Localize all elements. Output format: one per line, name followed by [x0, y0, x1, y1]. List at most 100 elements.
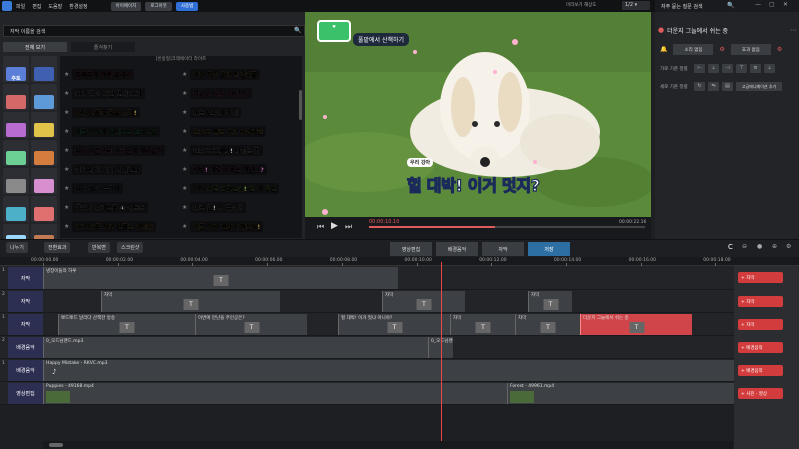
effect-settings-icon[interactable]: ⚙ — [777, 46, 782, 53]
zoom-out-icon[interactable]: ⊖ — [742, 243, 747, 250]
transition-button[interactable]: 전환효과 — [44, 242, 71, 253]
caption-category-thumb[interactable] — [31, 56, 57, 82]
flip-icon[interactable]: ⇋ — [708, 82, 719, 91]
add-track-item-button[interactable]: + 자막 — [738, 272, 783, 283]
track-label[interactable]: 자막 — [8, 314, 43, 335]
align-left-icon[interactable]: ⊢ — [694, 64, 705, 73]
caption-category-thumb[interactable] — [3, 196, 29, 222]
track-label[interactable]: 자막 — [8, 267, 43, 289]
caption-template-item[interactable]: ★ 아니 만들어 몸을 느낌! — [64, 104, 140, 120]
tab-video-edit[interactable]: 영상편집 — [390, 242, 432, 256]
timeline-clip[interactable]: 자막 T — [382, 291, 465, 312]
star-icon[interactable]: ★ — [64, 185, 69, 192]
timeline-clip[interactable]: 자막 T — [450, 314, 515, 335]
caption-template-item[interactable]: ★ 민드로 남려다! 다하는 정 — [182, 142, 264, 158]
caption-template-item[interactable]: ★ 아니 조금 남겼는데! 한 찍 같은 — [182, 180, 280, 196]
align-right-icon[interactable]: ⊣ — [722, 64, 733, 73]
timeline-clip[interactable]: Forest - 49961.mp4 — [507, 383, 735, 404]
caption-category-thumb[interactable] — [31, 112, 57, 138]
timeline-hscroll[interactable] — [43, 441, 733, 449]
star-icon[interactable]: ★ — [64, 128, 69, 135]
align-top-icon[interactable]: ⊤ — [736, 64, 747, 73]
star-icon[interactable]: ★ — [64, 71, 69, 78]
caption-template-item[interactable]: ★ 사고 다른 새로 만들는 것이다 — [64, 218, 157, 234]
timeline-clip[interactable]: 자막 T — [528, 291, 572, 312]
timeline-clip[interactable]: 뽀드뽀드 날리다 산책한 방송 T — [58, 314, 195, 335]
align-bottom-icon[interactable]: ⊥ — [764, 64, 775, 73]
caption-category-thumb[interactable] — [3, 84, 29, 110]
timeline-clip[interactable]: 0_오드님랜드.mp3 — [43, 337, 430, 358]
timeline-clip[interactable]: Happy Mistake - RKVC.mp3 ♪ — [43, 360, 735, 381]
align-middle-icon[interactable]: ≡ — [750, 64, 761, 73]
close-icon[interactable]: ✕ — [783, 1, 788, 8]
add-track-item-button[interactable]: + 사진 · 영상 — [738, 388, 783, 399]
star-icon[interactable]: ★ — [182, 71, 187, 78]
caption-category-thumb[interactable] — [31, 84, 57, 110]
caption-list-scrollbar[interactable] — [299, 90, 302, 120]
split-button[interactable]: 나누기 — [6, 242, 28, 253]
caption-template-item[interactable]: ★ 바로 끝! 이 주세요 — [182, 199, 247, 215]
add-track-item-button[interactable]: + 자막 — [738, 319, 783, 330]
star-icon[interactable]: ★ — [182, 147, 187, 154]
caption-category-thumb[interactable] — [31, 196, 57, 222]
star-icon[interactable]: ★ — [64, 147, 69, 154]
caption-template-item[interactable]: ★ 나가 최고 누구와 — [64, 180, 124, 196]
logout-button[interactable]: 로그아웃 — [145, 1, 172, 11]
timeline-clip[interactable]: 이번에 만난을 주인공은? T — [195, 314, 307, 335]
caption-template-item[interactable]: ★ 지금 이어이 되어보는 인리진열 — [64, 123, 160, 139]
star-icon[interactable]: ★ — [64, 109, 69, 116]
seek-bar[interactable] — [369, 226, 645, 228]
tab-all[interactable]: 전체 보기 — [3, 42, 67, 52]
settings-icon[interactable]: ⚙ — [786, 243, 791, 250]
timeline-clip[interactable]: 더운지 그늘에서 쉬는 중T — [580, 314, 692, 335]
tab-bgm[interactable]: 배경음악 — [436, 242, 478, 256]
zoom-in-icon[interactable]: ⊕ — [772, 243, 777, 250]
repeat-button[interactable]: 반복변 — [88, 242, 110, 253]
add-track-item-button[interactable]: + 배경음악 — [738, 342, 783, 353]
rotate-icon[interactable]: ↻ — [694, 82, 705, 91]
more-icon[interactable]: ⋯ — [790, 27, 796, 34]
caption-category-thumb[interactable] — [3, 112, 29, 138]
caption-template-item[interactable]: ★ 대박! 이렇게 좋은 아닌대? — [182, 161, 268, 177]
caption-category-thumb[interactable] — [31, 140, 57, 166]
caption-template-item[interactable]: ★ 내고 동영 오현 편디 꼬리 — [64, 85, 145, 101]
skip-forward-icon[interactable]: ⏭ — [345, 222, 352, 232]
track-label[interactable]: 배경음악 — [8, 337, 43, 358]
tab-caption[interactable]: 자막 — [482, 242, 524, 256]
menu-file[interactable]: 파일 — [16, 3, 25, 10]
video-preview[interactable]: ♥ 풀밭에서 산책하기 우리 강아 헐 대박! 이거 멋지? — [305, 12, 651, 217]
caption-category-thumb[interactable]: 주토 — [3, 56, 29, 82]
add-track-item-button[interactable]: + 자막 — [738, 296, 783, 307]
star-icon[interactable]: ★ — [64, 223, 69, 230]
timeline-clip[interactable]: 자막 T — [101, 291, 280, 312]
timeline-clip[interactable]: 자막 T — [515, 314, 580, 335]
search-icon[interactable]: 🔍 — [727, 2, 734, 9]
caption-category-thumb[interactable] — [3, 140, 29, 166]
caption-template-item[interactable]: ★ 이 라디오 시시 이해진다 — [64, 161, 143, 177]
caption-search-input[interactable]: 자막 이름을 검색 🔍 — [3, 25, 305, 37]
layer-icon[interactable]: ▤ — [722, 82, 733, 91]
caption-template-item[interactable]: ★ 이유로 오다 그러하니 — [182, 85, 253, 101]
caption-template-item[interactable]: ★ 주독주이 여행 우리리 — [64, 66, 135, 82]
star-icon[interactable]: ★ — [182, 204, 187, 211]
timeline-hscroll-thumb[interactable] — [49, 443, 63, 447]
advanced-animation-button[interactable]: 고급애니메이션 추가 — [736, 82, 782, 91]
menu-edit[interactable]: 편집 — [32, 3, 41, 10]
track-label[interactable]: 자막 — [8, 291, 43, 312]
align-center-icon[interactable]: ⊥ — [708, 64, 719, 73]
search-icon[interactable]: 🔍 — [294, 27, 301, 34]
zoom-slider-icon[interactable]: ● — [757, 243, 762, 250]
effect-select[interactable]: 효과 없음 — [730, 44, 771, 55]
user-button[interactable]: 아이에이치 — [110, 1, 142, 11]
star-icon[interactable]: ★ — [182, 90, 187, 97]
tab-favorites[interactable]: 즐겨찾기 — [71, 42, 135, 52]
caption-category-thumb[interactable] — [3, 168, 29, 194]
star-icon[interactable]: ★ — [182, 128, 187, 135]
star-icon[interactable]: ★ — [182, 185, 187, 192]
sound-settings-icon[interactable]: ⚙ — [719, 46, 724, 53]
menu-help[interactable]: 도움말 — [48, 3, 62, 10]
maximize-icon[interactable]: ▢ — [769, 1, 775, 8]
star-icon[interactable]: ★ — [182, 166, 187, 173]
caption-template-item[interactable]: ★ 나가 지금부터 크라운서 이리벌어 — [64, 142, 166, 158]
caption-template-item[interactable]: ★ 지금 이게 괜찮게 해보자! — [182, 218, 264, 234]
